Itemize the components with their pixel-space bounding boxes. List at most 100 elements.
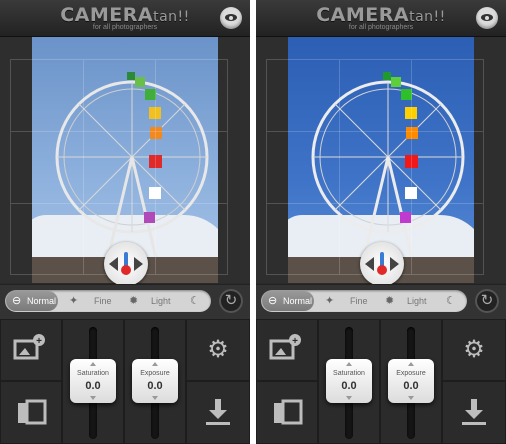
white-balance-button[interactable]: [360, 242, 404, 286]
viewfinder: [0, 37, 250, 286]
filter-light-label: Light: [407, 296, 427, 306]
refresh-button[interactable]: ↻: [475, 289, 499, 313]
sparkle-icon: ✦: [325, 295, 335, 307]
save-button[interactable]: [186, 381, 250, 444]
app-logo: CAMERAtan!!: [0, 4, 250, 26]
minus-icon: ⊖: [268, 295, 278, 307]
arrow-right-icon: [390, 257, 399, 271]
thermometer-icon: [377, 252, 387, 275]
filter-fine[interactable]: ✦ Fine: [317, 291, 375, 311]
saturation-knob[interactable]: Saturation 0.0: [326, 359, 372, 403]
arrow-left-icon: [109, 257, 118, 271]
exposure-knob[interactable]: Exposure 0.0: [388, 359, 434, 403]
saturation-label: Saturation: [77, 370, 109, 377]
eye-icon: [225, 14, 237, 21]
up-arrow-icon: [346, 362, 352, 366]
refresh-button[interactable]: ↻: [219, 289, 243, 313]
down-arrow-icon: [90, 396, 96, 400]
saturation-label: Saturation: [333, 370, 365, 377]
svg-text:+: +: [292, 336, 298, 347]
exposure-label: Exposure: [140, 370, 170, 377]
filter-normal[interactable]: ⊖ Normal: [262, 291, 314, 311]
top-bar: CAMERAtan!! for all photographers: [256, 0, 506, 37]
thermometer-icon: [121, 252, 131, 275]
saturation-value: 0.0: [85, 380, 101, 392]
film-icon: [274, 399, 303, 425]
filter-night[interactable]: ☾: [183, 291, 209, 311]
svg-text:+: +: [36, 336, 42, 347]
exposure-column: Exposure 0.0: [124, 319, 186, 444]
moon-icon: ☾: [446, 295, 456, 307]
up-arrow-icon: [90, 362, 96, 366]
exposure-value: 0.0: [147, 380, 163, 392]
preview-toggle-button[interactable]: [476, 7, 498, 29]
filter-fine-label: Fine: [94, 296, 112, 306]
logo-sub: tan!!: [409, 9, 446, 25]
sun-icon: ✹: [385, 295, 395, 307]
exposure-value: 0.0: [403, 380, 419, 392]
settings-button[interactable]: ⚙: [442, 319, 506, 381]
film-button[interactable]: [256, 381, 318, 444]
filter-bar: ⊖ Normal ✦ Fine ✹ Light ☾ ↻: [0, 284, 250, 319]
filter-light[interactable]: ✹ Light: [123, 291, 179, 311]
filter-selector: ⊖ Normal ✦ Fine ✹ Light ☾: [261, 290, 467, 312]
sun-icon: ✹: [129, 295, 139, 307]
photo-add-button[interactable]: +: [0, 319, 62, 381]
down-arrow-icon: [346, 396, 352, 400]
controls-panel: + Saturation 0.0 Exposure 0.0 ⚙: [0, 319, 250, 444]
up-arrow-icon: [152, 362, 158, 366]
gear-icon: ⚙: [207, 336, 229, 363]
filter-normal-label: Normal: [283, 296, 313, 306]
saturation-column: Saturation 0.0: [318, 319, 380, 444]
filter-fine-label: Fine: [350, 296, 368, 306]
saturation-value: 0.0: [341, 380, 357, 392]
save-button[interactable]: [442, 381, 506, 444]
filter-light-label: Light: [151, 296, 171, 306]
saturation-column: Saturation 0.0: [62, 319, 124, 444]
minus-icon: ⊖: [12, 295, 22, 307]
settings-button[interactable]: ⚙: [186, 319, 250, 381]
tagline: for all photographers: [348, 24, 414, 31]
filter-night[interactable]: ☾: [439, 291, 465, 311]
photo-add-icon: +: [13, 334, 45, 360]
arrow-left-icon: [365, 257, 374, 271]
arrow-right-icon: [134, 257, 143, 271]
exposure-column: Exposure 0.0: [380, 319, 442, 444]
tagline: for all photographers: [92, 24, 158, 31]
up-arrow-icon: [408, 362, 414, 366]
phone-panel-left: CAMERAtan!! for all photographers ⊖ Norm…: [0, 0, 250, 444]
refresh-icon: ↻: [224, 292, 238, 309]
filter-light[interactable]: ✹ Light: [379, 291, 435, 311]
down-arrow-icon: [152, 396, 158, 400]
filter-normal[interactable]: ⊖ Normal: [6, 291, 58, 311]
filter-fine[interactable]: ✦ Fine: [61, 291, 119, 311]
white-balance-button[interactable]: [104, 242, 148, 286]
logo-main: CAMERA: [60, 4, 154, 26]
sparkle-icon: ✦: [69, 295, 79, 307]
down-arrow-icon: [408, 396, 414, 400]
phone-panel-right: CAMERAtan!! for all photographers ⊖ Norm…: [256, 0, 506, 444]
film-button[interactable]: [0, 381, 62, 444]
refresh-icon: ↻: [480, 292, 494, 309]
gear-icon: ⚙: [463, 336, 485, 363]
eye-icon: [481, 14, 493, 21]
preview-toggle-button[interactable]: [220, 7, 242, 29]
exposure-knob[interactable]: Exposure 0.0: [132, 359, 178, 403]
filter-normal-label: Normal: [27, 296, 57, 306]
moon-icon: ☾: [190, 295, 200, 307]
logo-main: CAMERA: [316, 4, 410, 26]
app-logo: CAMERAtan!!: [256, 4, 506, 26]
photo-add-button[interactable]: +: [256, 319, 318, 381]
download-icon: [206, 399, 230, 425]
download-icon: [462, 399, 486, 425]
saturation-knob[interactable]: Saturation 0.0: [70, 359, 116, 403]
controls-panel: + Saturation 0.0 Exposure 0.0 ⚙: [256, 319, 506, 444]
logo-sub: tan!!: [153, 9, 190, 25]
photo-add-icon: +: [269, 334, 301, 360]
viewfinder: [256, 37, 506, 286]
filter-selector: ⊖ Normal ✦ Fine ✹ Light ☾: [5, 290, 211, 312]
filter-bar: ⊖ Normal ✦ Fine ✹ Light ☾ ↻: [256, 284, 506, 319]
exposure-label: Exposure: [396, 370, 426, 377]
top-bar: CAMERAtan!! for all photographers: [0, 0, 250, 37]
film-icon: [18, 399, 47, 425]
